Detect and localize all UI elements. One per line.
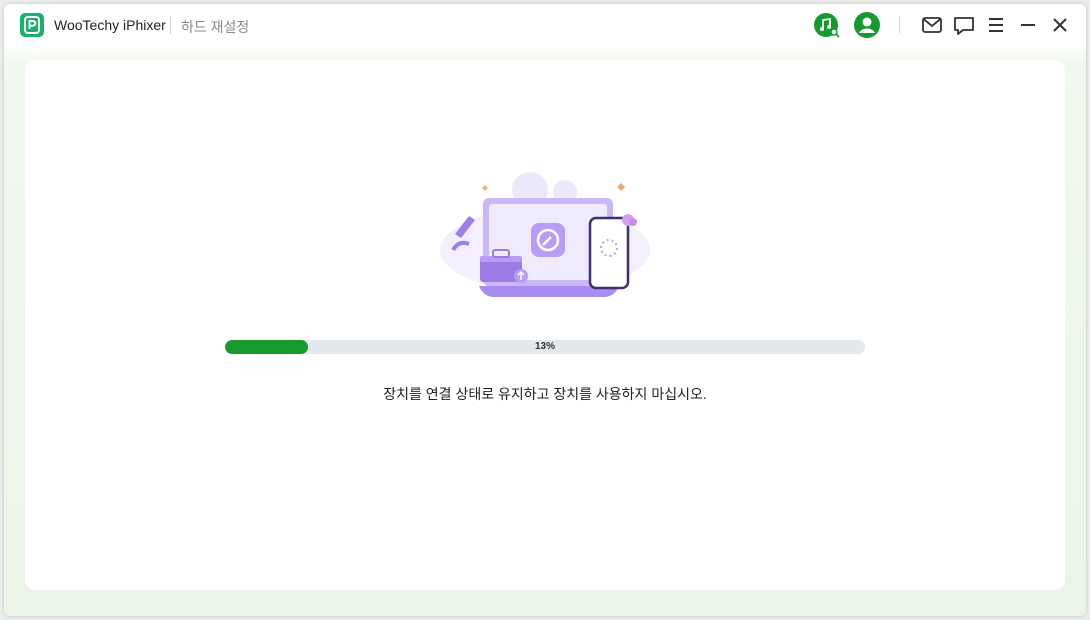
music-search-icon[interactable]	[814, 12, 840, 38]
progress-percent-label: 13%	[534, 341, 555, 352]
main-panel: 13% 장치를 연결 상태로 유지하고 장치를 사용하지 마십시오.	[25, 60, 1065, 590]
minimize-icon[interactable]	[1015, 12, 1041, 38]
device-repair-illustration	[435, 150, 655, 300]
title-divider	[170, 16, 171, 34]
menu-icon[interactable]	[983, 12, 1009, 38]
app-logo-icon	[20, 13, 44, 37]
page-title: 하드 재설정	[181, 19, 250, 35]
title-bar: WooTechy iPhixer 하드 재설정	[4, 4, 1086, 46]
app-title: WooTechy iPhixer	[54, 17, 166, 33]
app-window: WooTechy iPhixer 하드 재설정 13% 장치를 연결 상태로 유…	[4, 4, 1086, 616]
close-icon[interactable]	[1047, 12, 1073, 38]
toolbar-divider	[899, 17, 900, 33]
user-account-icon[interactable]	[854, 12, 880, 38]
mail-icon[interactable]	[919, 12, 945, 38]
status-message: 장치를 연결 상태로 유지하고 장치를 사용하지 마십시오.	[383, 386, 707, 402]
feedback-icon[interactable]	[951, 12, 977, 38]
progress-bar: 13%	[225, 340, 865, 354]
